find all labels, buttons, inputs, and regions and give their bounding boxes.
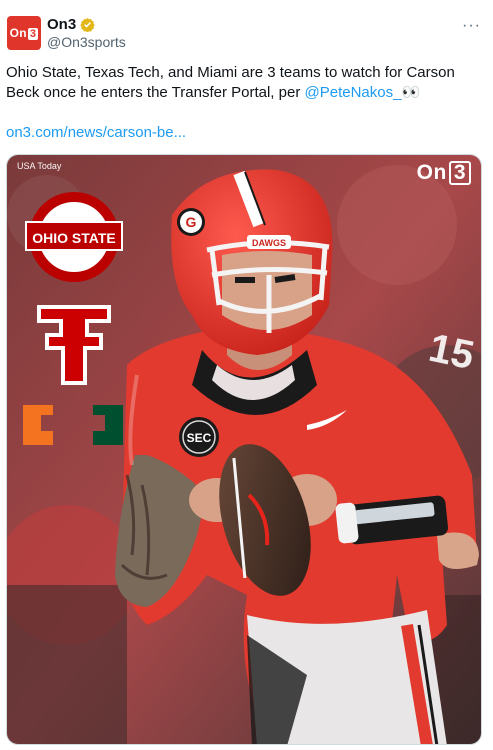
display-name[interactable]: On3 <box>47 16 76 33</box>
account-avatar[interactable]: On 3 <box>7 16 41 50</box>
avatar-logo: On 3 <box>9 26 39 40</box>
photo-credit: USA Today <box>17 161 62 171</box>
player-photo: SEC 15 G DAWGS OHIO STATE TT U <box>7 155 481 744</box>
emoji: 👀 <box>401 84 421 101</box>
more-options-icon[interactable]: ··· <box>462 17 481 35</box>
name-row: On3 <box>47 16 95 33</box>
article-link[interactable]: on3.com/news/carson-be... <box>6 124 186 141</box>
account-handle[interactable]: @On3sports <box>47 34 126 50</box>
svg-text:OHIO STATE: OHIO STATE <box>32 230 115 246</box>
mention-link[interactable]: @PeteNakos_ <box>305 84 402 101</box>
tweet-text: Ohio State, Texas Tech, and Miami are 3 … <box>6 63 488 103</box>
tweet-header: On 3 On3 @On3sports ··· <box>6 15 485 51</box>
verified-badge-icon <box>80 17 95 32</box>
svg-text:G: G <box>186 214 197 230</box>
jersey-number: 15 <box>425 326 478 378</box>
helmet-text: DAWGS <box>252 238 286 248</box>
on3-watermark: On 3 <box>417 161 471 185</box>
sec-patch-text: SEC <box>187 431 212 445</box>
tweet-media-image[interactable]: SEC 15 G DAWGS OHIO STATE TT U USA Today… <box>6 154 482 745</box>
